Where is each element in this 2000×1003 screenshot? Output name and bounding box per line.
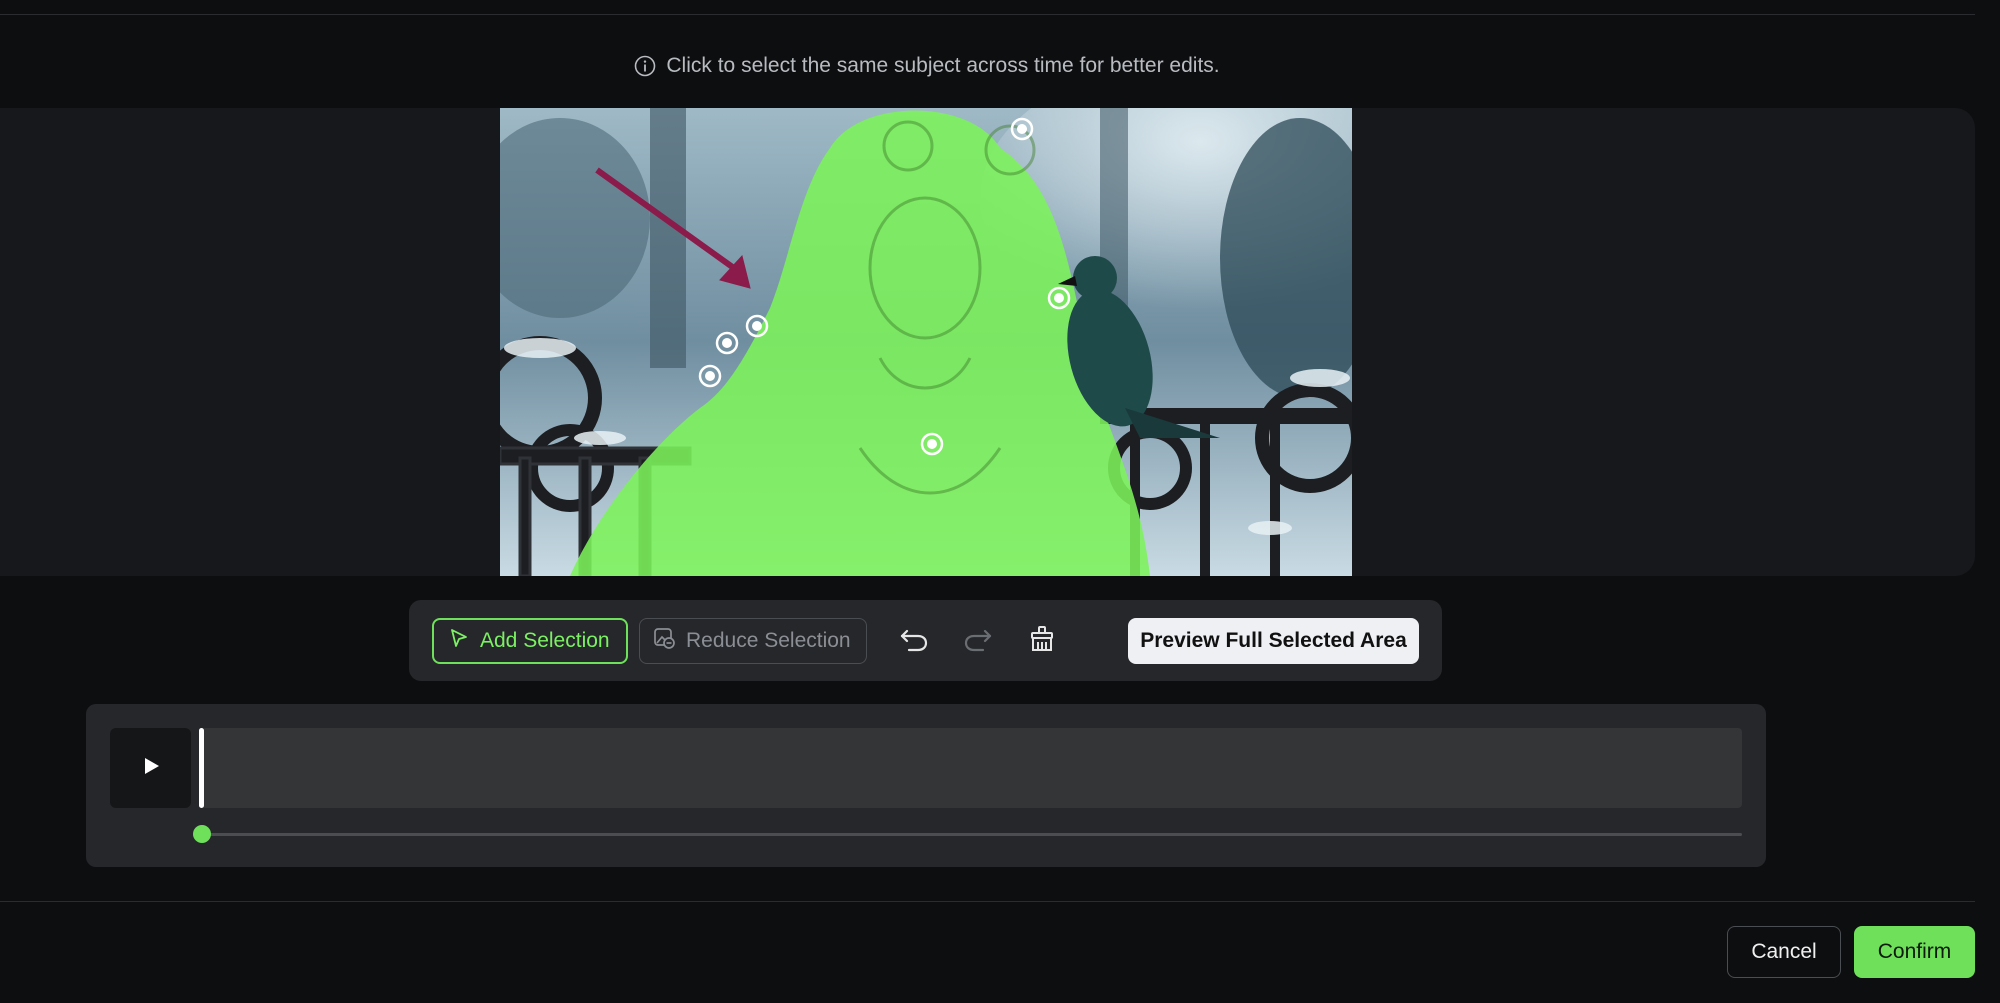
selection-toolbar: Add Selection Reduce Selection Preview F… xyxy=(409,600,1442,681)
instruction-hint: Click to select the same subject across … xyxy=(0,54,1854,78)
tree-trunk xyxy=(650,108,686,368)
video-frame-canvas[interactable] xyxy=(500,108,1352,576)
cancel-button[interactable]: Cancel xyxy=(1727,926,1841,978)
undo-icon xyxy=(899,626,929,657)
playhead[interactable] xyxy=(199,728,204,808)
redo-button[interactable] xyxy=(959,622,997,660)
reduce-selection-label: Reduce Selection xyxy=(686,629,851,652)
add-selection-label: Add Selection xyxy=(480,629,610,652)
brush-clear-icon xyxy=(1028,625,1056,658)
top-divider xyxy=(0,14,1975,15)
scrub-knob[interactable] xyxy=(193,825,211,843)
play-button[interactable] xyxy=(110,728,191,808)
scrub-bar[interactable] xyxy=(203,833,1742,836)
reduce-selection-button[interactable]: Reduce Selection xyxy=(639,618,867,664)
footer-divider xyxy=(0,901,1975,902)
timeline-panel xyxy=(86,704,1766,867)
instruction-text: Click to select the same subject across … xyxy=(666,54,1220,77)
cursor-arrow-icon xyxy=(448,627,470,655)
undo-button[interactable] xyxy=(895,622,933,660)
add-selection-button[interactable]: Add Selection xyxy=(432,618,628,664)
play-icon xyxy=(140,755,162,782)
redo-icon xyxy=(963,626,993,657)
confirm-button[interactable]: Confirm xyxy=(1854,926,1975,978)
timeline-track[interactable] xyxy=(201,728,1742,808)
preview-full-selected-area-button[interactable]: Preview Full Selected Area xyxy=(1128,618,1419,664)
info-icon xyxy=(634,55,656,77)
image-minus-icon xyxy=(652,626,676,656)
clear-selection-button[interactable] xyxy=(1023,622,1061,660)
